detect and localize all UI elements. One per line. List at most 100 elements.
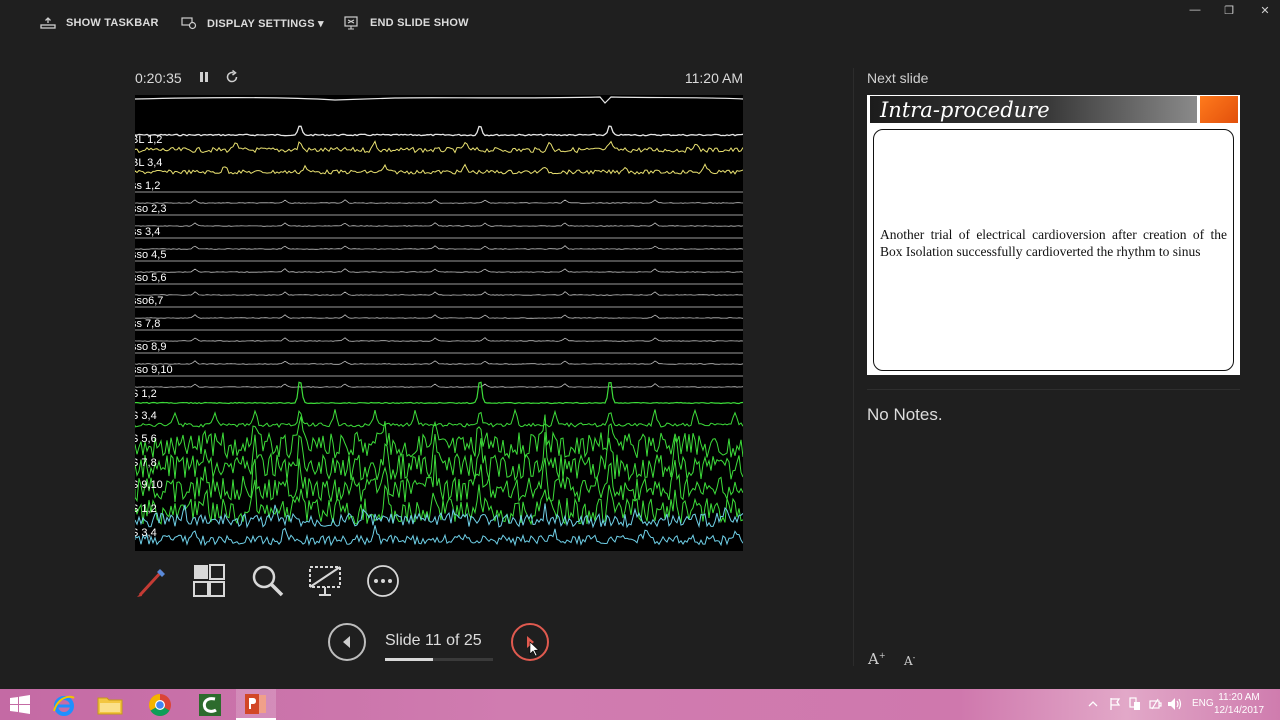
trace-s34	[135, 408, 743, 428]
black-screen-icon[interactable]	[307, 563, 343, 599]
display-settings-icon	[181, 17, 197, 30]
channel-label: BL 1,2	[135, 134, 162, 146]
restart-timer-icon[interactable]	[224, 68, 240, 86]
end-slide-show-button[interactable]: END SLIDE SHOW	[344, 14, 469, 32]
channel-label: sso 4,5	[135, 249, 166, 261]
next-arrow-icon	[527, 636, 540, 657]
trace-top-2	[135, 125, 743, 137]
end-slide-show-label: END SLIDE SHOW	[370, 17, 469, 29]
network-icon[interactable]	[1128, 697, 1142, 711]
taskbar-date: 12/14/2017	[1214, 705, 1265, 716]
internet-explorer-taskbar-icon[interactable]	[44, 689, 84, 720]
speaker-notes: No Notes.	[867, 405, 943, 424]
trace-bl-34	[135, 163, 743, 175]
ecg-tracing-image: BL 1,2 BL 3,4 ss 1,2 sso 2,3 ss 3,4 sso 4,5 ss…	[135, 96, 743, 547]
channel-label: BL 3,4	[135, 157, 162, 169]
increase-font-button[interactable]: A+	[868, 650, 886, 668]
windows-taskbar: ENG 11:20 AM 12/14/2017	[0, 689, 1280, 720]
thumb-orange-accent	[1200, 96, 1238, 123]
trace-cs-3	[135, 268, 743, 273]
action-center-flag-icon[interactable]	[1108, 697, 1122, 711]
panel-divider	[853, 68, 854, 666]
trace-cs-2	[135, 245, 743, 250]
next-slide-button[interactable]	[511, 623, 549, 661]
zoom-icon[interactable]	[250, 563, 286, 599]
thumb-title-bar: Intra-procedure	[870, 96, 1197, 123]
windows-logo-icon	[10, 694, 30, 714]
channel-label: sso 2,3	[135, 203, 166, 215]
elapsed-timer: 0:20:35	[135, 70, 182, 86]
start-button[interactable]	[0, 689, 40, 720]
notes-divider	[867, 389, 1240, 390]
channel-label: S 1,2	[135, 503, 157, 515]
taskbar-clock[interactable]: 11:20 AM 12/14/2017	[1214, 691, 1264, 717]
trace-top-1	[135, 96, 743, 104]
display-settings-button[interactable]: DISPLAY SETTINGS ▾	[181, 14, 324, 32]
minimize-icon: —	[1189, 4, 1201, 16]
camtasia-taskbar-icon[interactable]	[190, 689, 230, 720]
more-options-icon[interactable]	[365, 563, 401, 599]
next-slide-body: Another trial of electrical cardioversio…	[880, 227, 1227, 259]
trace-cs-7	[135, 360, 743, 365]
next-slide-preview[interactable]: Intra-procedure Another trial of electri…	[867, 95, 1240, 375]
channel-label: S 1,2	[135, 388, 157, 400]
current-time: 11:20 AM	[684, 70, 743, 86]
internet-explorer-icon	[53, 695, 75, 716]
channel-label: ss 3,4	[135, 226, 160, 238]
channel-label: S 3,4	[135, 527, 157, 539]
presenter-toolbar: SHOW TASKBAR DISPLAY SETTINGS ▾ END SLID…	[0, 0, 1280, 44]
taskbar-icon	[40, 17, 56, 29]
channel-label: S 5,6	[135, 433, 157, 445]
trace-cs-6	[135, 337, 743, 342]
next-slide-label: Next slide	[867, 70, 929, 86]
trace-cs-0	[135, 199, 743, 204]
powerpoint-taskbar-icon[interactable]	[236, 689, 276, 720]
trace-cs-1	[135, 222, 743, 227]
folder-icon	[97, 697, 123, 714]
chrome-icon	[149, 693, 171, 716]
channel-label: sso 8,9	[135, 341, 166, 353]
input-language[interactable]: ENG	[1192, 698, 1214, 709]
slide-counter[interactable]: Slide 11 of 25	[385, 632, 482, 650]
channel-label: sso 9,10	[135, 364, 173, 376]
trace-cs-4	[135, 291, 743, 296]
restore-icon: ❐	[1224, 5, 1234, 17]
display-settings-label: DISPLAY SETTINGS ▾	[207, 17, 324, 30]
channel-label: S 7,8	[135, 457, 157, 469]
slide-progress-bar	[385, 658, 493, 661]
decrease-font-button[interactable]: A-	[904, 653, 915, 668]
power-icon[interactable]	[1148, 697, 1162, 711]
close-button[interactable]: ✕	[1255, 4, 1275, 18]
trace-cs-5	[135, 314, 743, 319]
trace-fib-2	[135, 454, 743, 503]
current-slide[interactable]: BL 1,2 BL 3,4 ss 1,2 sso 2,3 ss 3,4 sso 4,5 ss…	[135, 95, 743, 551]
trace-cs-8	[135, 383, 743, 388]
show-taskbar-label: SHOW TASKBAR	[66, 17, 159, 29]
previous-slide-button[interactable]	[328, 623, 366, 661]
restore-button[interactable]: ❐	[1219, 4, 1239, 18]
file-explorer-taskbar-icon[interactable]	[90, 689, 130, 720]
pause-timer-icon[interactable]	[197, 69, 211, 85]
next-slide-title: Intra-procedure	[880, 98, 1050, 122]
powerpoint-icon	[245, 693, 266, 714]
end-show-icon	[344, 16, 358, 30]
channel-label: S 3,4	[135, 410, 157, 422]
channel-label: ss 7,8	[135, 318, 160, 330]
previous-arrow-icon	[343, 636, 350, 648]
channel-label: sso6,7	[135, 295, 163, 307]
trace-s12	[135, 381, 743, 405]
camtasia-icon	[199, 693, 221, 716]
pen-tool-icon[interactable]	[134, 563, 170, 599]
chrome-taskbar-icon[interactable]	[140, 689, 180, 720]
close-icon: ✕	[1260, 5, 1270, 17]
increase-font-label: A	[868, 650, 879, 668]
minimize-button[interactable]: —	[1185, 4, 1205, 18]
show-hidden-icons-icon[interactable]	[1088, 699, 1098, 709]
show-taskbar-button[interactable]: SHOW TASKBAR	[40, 14, 159, 32]
channel-label: sso 5,6	[135, 272, 166, 284]
trace-cyan-2	[135, 525, 743, 547]
see-all-slides-icon[interactable]	[191, 563, 227, 599]
slide-progress-fill	[385, 658, 433, 661]
volume-icon[interactable]	[1167, 697, 1183, 711]
decrease-font-label: A	[904, 654, 913, 668]
